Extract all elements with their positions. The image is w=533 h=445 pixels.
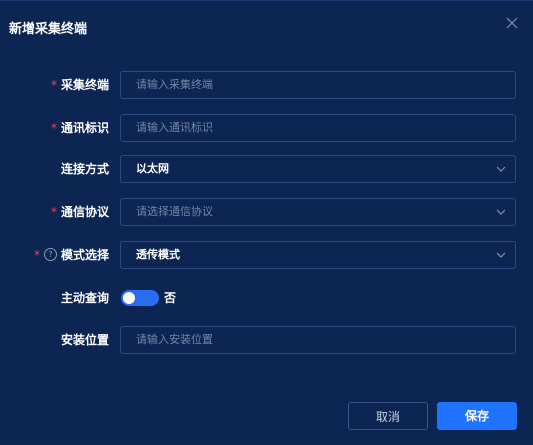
- required-marker: *: [50, 121, 57, 135]
- required-marker: *: [33, 248, 40, 262]
- dialog-title: 新增采集终端: [9, 22, 88, 37]
- mode-label: *? 模式选择: [33, 248, 109, 262]
- location-label: 安装位置: [60, 333, 109, 347]
- terminal-label: * 采集终端: [50, 78, 109, 92]
- close-icon[interactable]: [505, 16, 519, 30]
- location-placeholder: 请输入安装位置: [136, 333, 213, 346]
- protocol-placeholder: 请选择通信协议: [136, 205, 213, 218]
- required-marker: *: [50, 205, 57, 219]
- cancel-button[interactable]: 取消: [348, 402, 428, 430]
- active-query-state: 否: [164, 291, 177, 305]
- protocol-select[interactable]: 请选择通信协议: [120, 198, 516, 226]
- mode-select[interactable]: 透传模式: [120, 241, 516, 269]
- form-row-comm-id: * 通讯标识 请输入通讯标识: [0, 114, 533, 142]
- form-row-terminal: * 采集终端 请输入采集终端: [0, 71, 533, 99]
- chevron-down-icon: [496, 209, 506, 215]
- active-query-toggle[interactable]: [121, 290, 159, 306]
- active-query-label: 主动查询: [60, 291, 109, 305]
- save-button[interactable]: 保存: [437, 402, 517, 430]
- toggle-knob: [123, 292, 135, 304]
- dialog-header: 新增采集终端: [0, 1, 533, 59]
- form-row-protocol: * 通信协议 请选择通信协议: [0, 198, 533, 226]
- required-marker: *: [50, 78, 57, 92]
- chevron-down-icon: [496, 166, 506, 172]
- location-input[interactable]: 请输入安装位置: [120, 326, 516, 354]
- help-icon[interactable]: ?: [43, 248, 57, 261]
- connection-select[interactable]: 以太网: [120, 155, 516, 183]
- comm-id-placeholder: 请输入通讯标识: [136, 121, 213, 134]
- mode-value: 透传模式: [136, 248, 180, 261]
- terminal-placeholder: 请输入采集终端: [136, 78, 213, 91]
- comm-id-label: * 通讯标识: [50, 121, 109, 135]
- form-row-mode: *? 模式选择 透传模式: [0, 241, 533, 269]
- terminal-input[interactable]: 请输入采集终端: [120, 71, 516, 99]
- connection-value: 以太网: [136, 162, 169, 175]
- form-row-connection: 连接方式 以太网: [0, 155, 533, 183]
- connection-label: 连接方式: [60, 162, 109, 176]
- form-row-active-query: 主动查询 否: [0, 284, 533, 312]
- comm-id-input[interactable]: 请输入通讯标识: [120, 114, 516, 142]
- add-terminal-dialog: 新增采集终端 * 采集终端 请输入采集终端 * 通讯标识 请输入通讯标识 连接方式 …: [0, 0, 533, 445]
- chevron-down-icon: [496, 252, 506, 258]
- form-row-location: 安装位置 请输入安装位置: [0, 326, 533, 354]
- protocol-label: * 通信协议: [50, 205, 109, 219]
